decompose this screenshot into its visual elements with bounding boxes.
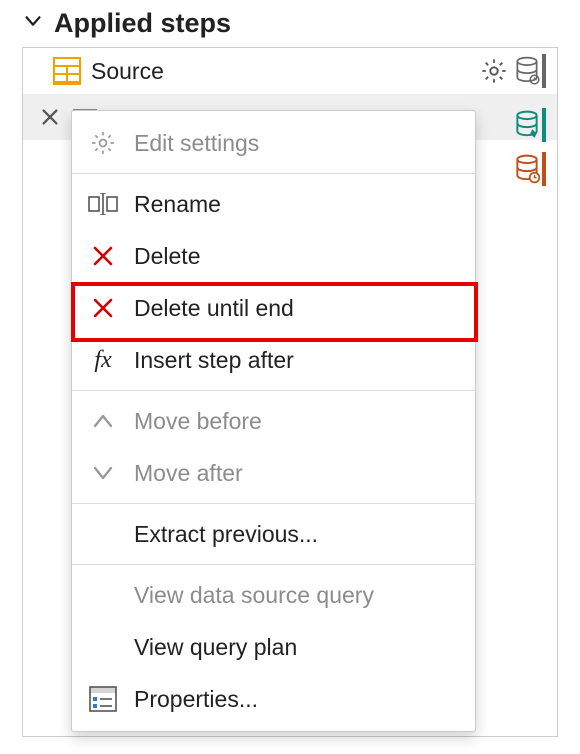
menu-rename[interactable]: Rename	[72, 178, 475, 230]
database-native-icon[interactable]	[514, 108, 549, 142]
menu-delete-until-end[interactable]: Delete until end	[72, 282, 475, 334]
menu-move-before[interactable]: Move before	[72, 395, 475, 447]
menu-item-label: View query plan	[134, 634, 457, 661]
gear-icon	[86, 128, 120, 158]
menu-item-label: Insert step after	[134, 347, 457, 374]
menu-separator	[72, 564, 475, 565]
menu-view-query-plan[interactable]: View query plan	[72, 621, 475, 673]
chevron-down-icon	[86, 458, 120, 488]
blank-icon	[86, 580, 120, 610]
blank-icon	[86, 632, 120, 662]
properties-icon	[86, 684, 120, 714]
menu-properties[interactable]: Properties...	[72, 673, 475, 725]
menu-extract-previous[interactable]: Extract previous...	[72, 508, 475, 560]
menu-item-label: Extract previous...	[134, 521, 457, 548]
menu-item-label: Rename	[134, 191, 457, 218]
close-icon[interactable]	[29, 94, 71, 140]
table-icon	[53, 57, 81, 85]
menu-item-label: Delete	[134, 243, 457, 270]
rename-icon	[86, 189, 120, 219]
menu-separator	[72, 173, 475, 174]
menu-move-after[interactable]: Move after	[72, 447, 475, 499]
step-source[interactable]: Source	[23, 48, 557, 94]
menu-item-label: Edit settings	[134, 130, 457, 157]
menu-view-data-source-query[interactable]: View data source query	[72, 569, 475, 621]
applied-steps-title: Applied steps	[54, 8, 231, 39]
blank-icon	[86, 519, 120, 549]
menu-item-label: Move after	[134, 460, 457, 487]
fx-icon: fx	[86, 345, 120, 375]
menu-separator	[72, 503, 475, 504]
chevron-down-icon	[22, 10, 44, 38]
menu-delete[interactable]: Delete	[72, 230, 475, 282]
applied-steps-panel: Source	[22, 47, 558, 737]
menu-separator	[72, 390, 475, 391]
step-name-label: Source	[91, 58, 480, 85]
database-icon[interactable]	[514, 54, 549, 88]
menu-item-label: View data source query	[134, 582, 457, 609]
delete-x-icon	[86, 241, 120, 271]
menu-item-label: Delete until end	[134, 295, 457, 322]
gear-icon[interactable]	[480, 57, 508, 85]
applied-steps-header[interactable]: Applied steps	[0, 0, 580, 47]
step-context-menu: Edit settings Rename Delete Dele	[71, 110, 476, 732]
menu-item-label: Properties...	[134, 686, 457, 713]
menu-edit-settings[interactable]: Edit settings	[72, 117, 475, 169]
menu-item-label: Move before	[134, 408, 457, 435]
menu-insert-step-after[interactable]: fx Insert step after	[72, 334, 475, 386]
delete-x-icon	[86, 293, 120, 323]
chevron-up-icon	[86, 406, 120, 436]
database-time-icon[interactable]	[514, 152, 549, 186]
